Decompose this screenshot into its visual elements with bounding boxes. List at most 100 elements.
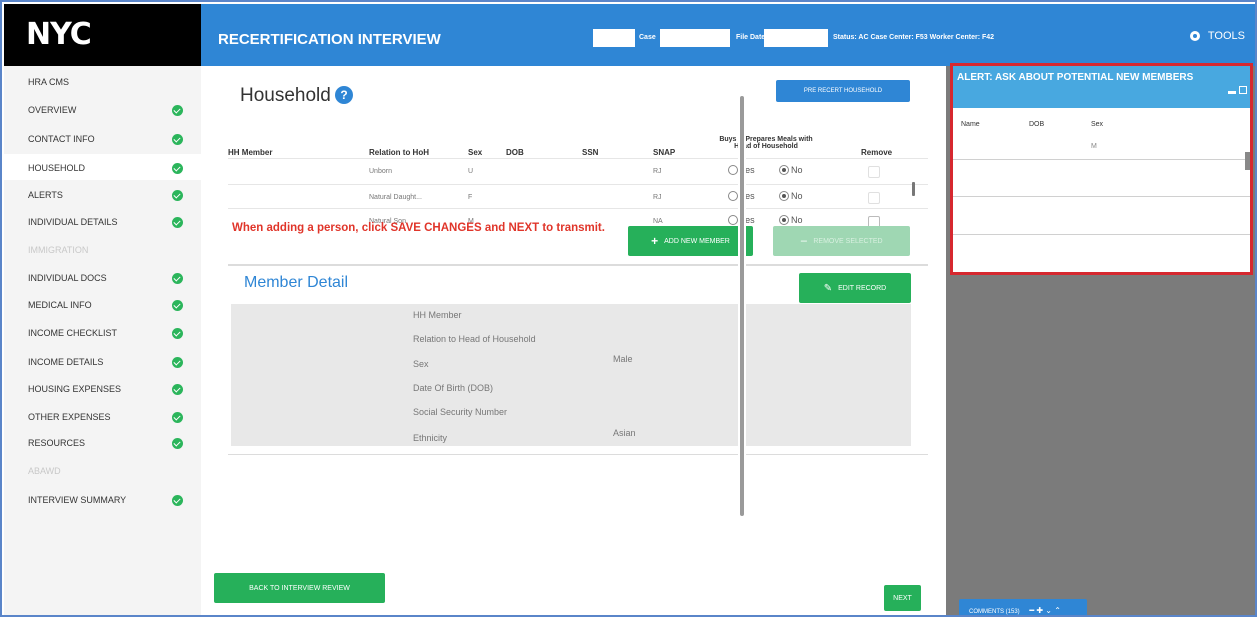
check-icon	[172, 412, 183, 423]
sidebar-item-label: INDIVIDUAL DETAILS	[28, 217, 118, 227]
minimize-icon[interactable]	[1228, 91, 1236, 94]
table-cell-sex: F	[468, 194, 473, 201]
alert-column-sex: Sex	[1091, 121, 1104, 128]
page-scrollbar[interactable]	[738, 66, 746, 594]
radio-icon	[728, 191, 738, 201]
member-detail-label: Social Security Number	[413, 407, 508, 417]
check-icon	[172, 273, 183, 284]
sidebar-item[interactable]: RESOURCES	[4, 429, 201, 455]
section-divider	[228, 454, 928, 455]
sidebar-item[interactable]: HRA CMS	[4, 68, 201, 94]
help-icon[interactable]: ?	[335, 86, 353, 104]
sidebar-item[interactable]: INDIVIDUAL DOCS	[4, 264, 201, 290]
scrollbar-thumb[interactable]	[740, 96, 744, 516]
sidebar-item: IMMIGRATION	[4, 236, 201, 262]
alert-scrollbar[interactable]	[1245, 152, 1250, 170]
member-detail-label: HH Member	[413, 310, 462, 320]
radio-label: No	[791, 215, 803, 225]
check-icon	[172, 105, 183, 116]
redacted-field	[764, 29, 828, 47]
comment-controls-icon[interactable]: ━ ✚ ⌄ ⌃	[1029, 606, 1061, 615]
sidebar-item: ABAWD	[4, 457, 201, 483]
table-cell-snap: RJ	[653, 194, 662, 201]
radio-icon	[728, 215, 738, 225]
sidebar-item-label: HOUSING EXPENSES	[28, 384, 122, 394]
sidebar-item[interactable]: HOUSEHOLD	[4, 154, 201, 180]
nyc-logo: NYC	[4, 4, 201, 66]
sidebar-item-label: MEDICAL INFO	[28, 300, 92, 310]
sidebar-item-label: OVERVIEW	[28, 105, 77, 115]
edit-record-button[interactable]: ✎ EDIT RECORD	[799, 273, 911, 303]
sidebar-item-label: INTERVIEW SUMMARY	[28, 495, 127, 505]
member-detail-value: Asian	[613, 428, 636, 438]
radio-icon	[728, 165, 738, 175]
add-new-member-button[interactable]: + ADD NEW MEMBER	[628, 226, 753, 256]
remove-checkbox[interactable]	[868, 166, 880, 178]
table-scrollbar[interactable]	[911, 181, 919, 205]
table-cell-relation: Unborn	[369, 168, 392, 175]
section-divider	[228, 264, 928, 266]
sidebar-item[interactable]: CONTACT INFO	[4, 125, 201, 151]
table-header: Sex	[468, 148, 483, 157]
sidebar-item[interactable]: MEDICAL INFO	[4, 291, 201, 317]
app-frame: NYC RECERTIFICATION INTERVIEW Case File …	[0, 0, 1257, 617]
table-row[interactable]: Natural Daught... F RJ Yes No	[228, 184, 928, 209]
table-header: Relation to HoH	[369, 148, 429, 157]
alert-column-name: Name	[961, 121, 980, 128]
main-content: Household ? PRE RECERT HOUSEHOLD HH Memb…	[201, 66, 938, 615]
sidebar-item[interactable]: INTERVIEW SUMMARY	[4, 486, 201, 512]
meals-radio-no[interactable]: No	[779, 215, 803, 225]
next-button[interactable]: NEXT	[884, 585, 921, 611]
member-detail-label: Relation to Head of Household	[413, 334, 536, 344]
meals-radio-no[interactable]: No	[779, 165, 803, 175]
radio-icon	[779, 191, 789, 201]
sidebar-item-label: HOUSEHOLD	[28, 163, 86, 173]
pencil-icon: ✎	[823, 282, 833, 294]
sidebar-item[interactable]: HOUSING EXPENSES	[4, 375, 201, 401]
sidebar-item-label: RESOURCES	[28, 438, 86, 448]
sidebar-item[interactable]: INDIVIDUAL DETAILS	[4, 208, 201, 234]
table-row[interactable]: Unborn U RJ Yes No	[228, 158, 928, 183]
sidebar-item[interactable]: OVERVIEW	[4, 96, 201, 122]
sidebar-item-label: CONTACT INFO	[28, 134, 95, 144]
table-cell-sex: U	[468, 168, 474, 175]
pre-recert-household-button[interactable]: PRE RECERT HOUSEHOLD	[776, 80, 910, 102]
table-header: SSN	[582, 148, 599, 157]
redacted-field	[593, 29, 635, 47]
alert-column-dob: DOB	[1029, 121, 1045, 128]
table-cell-relation: Natural Daught...	[369, 194, 422, 201]
household-title: Household	[240, 85, 331, 106]
sidebar-item[interactable]: ALERTS	[4, 181, 201, 207]
check-icon	[172, 438, 183, 449]
remove-selected-button[interactable]: − REMOVE SELECTED	[773, 226, 910, 256]
back-to-interview-review-button[interactable]: BACK TO INTERVIEW REVIEW	[214, 573, 385, 603]
alert-row-divider	[953, 159, 1250, 160]
check-icon	[172, 300, 183, 311]
warning-message: When adding a person, click SAVE CHANGES…	[232, 222, 605, 234]
member-detail-panel: HH Member Relation to Head of Household Se…	[231, 304, 911, 446]
alert-row-sex: M	[1091, 143, 1097, 150]
sidebar-item[interactable]: OTHER EXPENSES	[4, 403, 201, 429]
expand-icon[interactable]	[1239, 86, 1247, 94]
file-date-label: File Date	[736, 34, 766, 41]
status-text: Status: AC Case Center: F53 Worker Cente…	[833, 34, 995, 41]
sidebar-item-label: ABAWD	[28, 466, 61, 476]
check-icon	[172, 328, 183, 339]
check-icon	[172, 190, 183, 201]
table-header: Buys & Prepares Meals with Head of House…	[719, 136, 813, 150]
sidebar-item-label: INCOME CHECKLIST	[28, 328, 118, 338]
sidebar-item[interactable]: INCOME CHECKLIST	[4, 319, 201, 345]
sidebar-item-label: INDIVIDUAL DOCS	[28, 273, 107, 283]
redacted-field	[660, 29, 730, 47]
member-detail-label: Date Of Birth (DOB)	[413, 383, 494, 393]
sidebar-item-label: OTHER EXPENSES	[28, 412, 111, 422]
check-icon	[172, 163, 183, 174]
member-detail-label: Ethnicity	[413, 433, 448, 443]
remove-checkbox[interactable]	[868, 192, 880, 204]
gear-icon	[1189, 31, 1200, 41]
meals-radio-no[interactable]: No	[779, 191, 803, 201]
tools-menu[interactable]: TOOLS	[1189, 30, 1245, 42]
alert-row-divider	[953, 196, 1250, 197]
comments-bar[interactable]: COMMENTS (153) ━ ✚ ⌄ ⌃	[959, 599, 1087, 615]
sidebar-item[interactable]: INCOME DETAILS	[4, 348, 201, 374]
